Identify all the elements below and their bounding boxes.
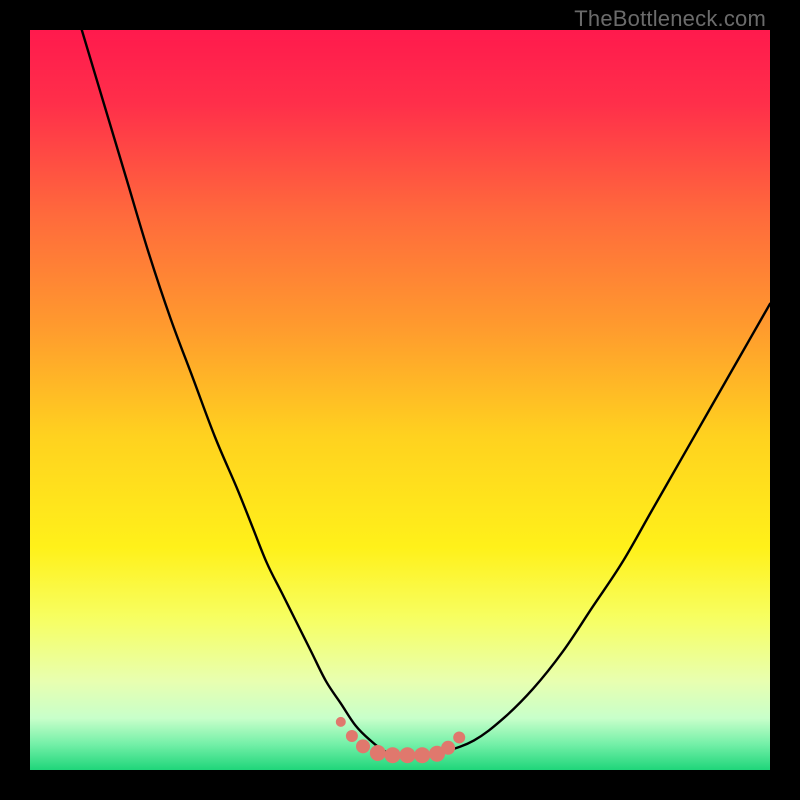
marker-dot bbox=[399, 747, 415, 763]
marker-dot bbox=[370, 745, 386, 761]
marker-dot bbox=[414, 747, 430, 763]
outer-frame: TheBottleneck.com bbox=[0, 0, 800, 800]
watermark-text: TheBottleneck.com bbox=[574, 6, 766, 32]
marker-dot bbox=[441, 741, 455, 755]
chart-svg bbox=[30, 30, 770, 770]
bottleneck-curve bbox=[82, 30, 770, 756]
marker-dot bbox=[453, 731, 465, 743]
marker-dot bbox=[346, 730, 358, 742]
marker-dot bbox=[356, 739, 370, 753]
plot-area bbox=[30, 30, 770, 770]
marker-dot bbox=[385, 747, 401, 763]
marker-dot bbox=[336, 717, 346, 727]
